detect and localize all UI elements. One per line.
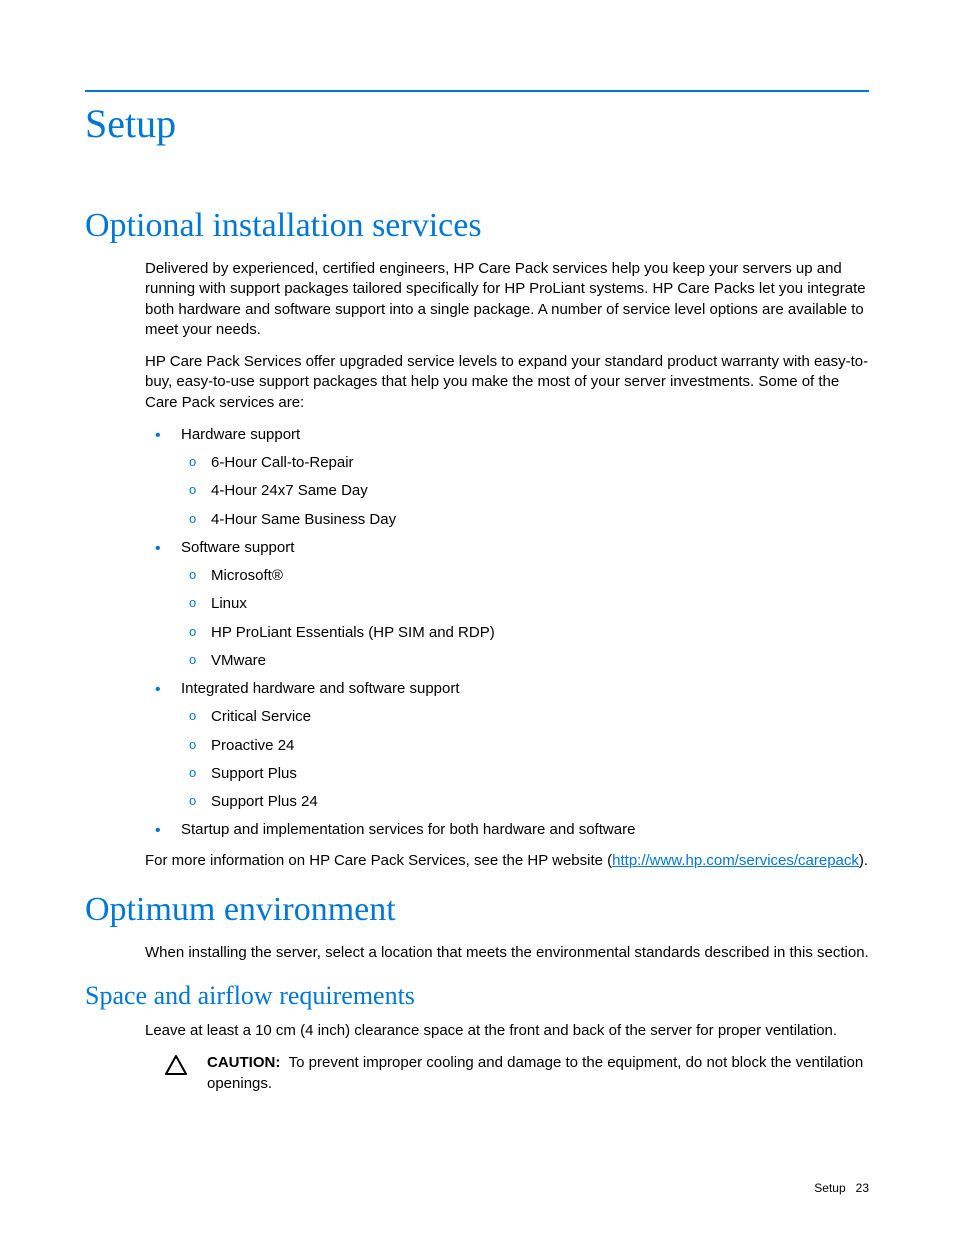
list-item: Startup and implementation services for …	[145, 820, 869, 840]
services-body: Delivered by experienced, certified engi…	[145, 259, 869, 871]
list-item: Software support Microsoft® Linux HP Pro…	[145, 538, 869, 671]
list-item: Linux	[181, 594, 869, 614]
list-item: Critical Service	[181, 707, 869, 727]
list-item: Proactive 24	[181, 736, 869, 756]
list-item: 6-Hour Call-to-Repair	[181, 453, 869, 473]
subsection-heading-space: Space and airflow requirements	[85, 981, 869, 1011]
top-rule	[85, 90, 869, 92]
paragraph: HP Care Pack Services offer upgraded ser…	[145, 352, 869, 413]
list-item-label: Hardware support	[181, 426, 300, 443]
list-item: Microsoft®	[181, 566, 869, 586]
page: Setup Optional installation services Del…	[0, 0, 954, 1235]
list-item: 4-Hour 24x7 Same Day	[181, 481, 869, 501]
list-item-label: Software support	[181, 539, 294, 556]
paragraph: When installing the server, select a loc…	[145, 943, 869, 963]
footer-page-number: 23	[856, 1181, 869, 1195]
caution-label: CAUTION:	[207, 1054, 280, 1071]
paragraph: Leave at least a 10 cm (4 inch) clearanc…	[145, 1021, 869, 1041]
caution-block: CAUTION: To prevent improper cooling and…	[145, 1053, 869, 1094]
space-body: Leave at least a 10 cm (4 inch) clearanc…	[145, 1021, 869, 1041]
more-info-suffix: ).	[859, 852, 868, 869]
section-heading-environment: Optimum environment	[85, 891, 869, 929]
list-item: Integrated hardware and software support…	[145, 679, 869, 812]
list-item: 4-Hour Same Business Day	[181, 510, 869, 530]
list-item-label: Integrated hardware and software support	[181, 680, 460, 697]
carepack-link[interactable]: http://www.hp.com/services/carepack	[612, 852, 859, 869]
list-item: VMware	[181, 651, 869, 671]
list-item: HP ProLiant Essentials (HP SIM and RDP)	[181, 623, 869, 643]
caution-body: To prevent improper cooling and damage t…	[207, 1054, 863, 1091]
list-item: Hardware support 6-Hour Call-to-Repair 4…	[145, 425, 869, 530]
sub-list: 6-Hour Call-to-Repair 4-Hour 24x7 Same D…	[181, 453, 869, 530]
footer-section: Setup	[814, 1181, 845, 1195]
sub-list: Critical Service Proactive 24 Support Pl…	[181, 707, 869, 812]
more-info-prefix: For more information on HP Care Pack Ser…	[145, 852, 612, 869]
list-item: Support Plus	[181, 764, 869, 784]
caution-icon	[165, 1055, 187, 1080]
sub-list: Microsoft® Linux HP ProLiant Essentials …	[181, 566, 869, 671]
more-info-paragraph: For more information on HP Care Pack Ser…	[145, 851, 869, 871]
list-item: Support Plus 24	[181, 792, 869, 812]
bullet-list: Hardware support 6-Hour Call-to-Repair 4…	[145, 425, 869, 841]
caution-text: CAUTION: To prevent improper cooling and…	[207, 1053, 869, 1094]
chapter-title: Setup	[85, 100, 869, 147]
environment-body: When installing the server, select a loc…	[145, 943, 869, 963]
page-footer: Setup 23	[814, 1181, 869, 1195]
section-heading-services: Optional installation services	[85, 207, 869, 245]
paragraph: Delivered by experienced, certified engi…	[145, 259, 869, 340]
